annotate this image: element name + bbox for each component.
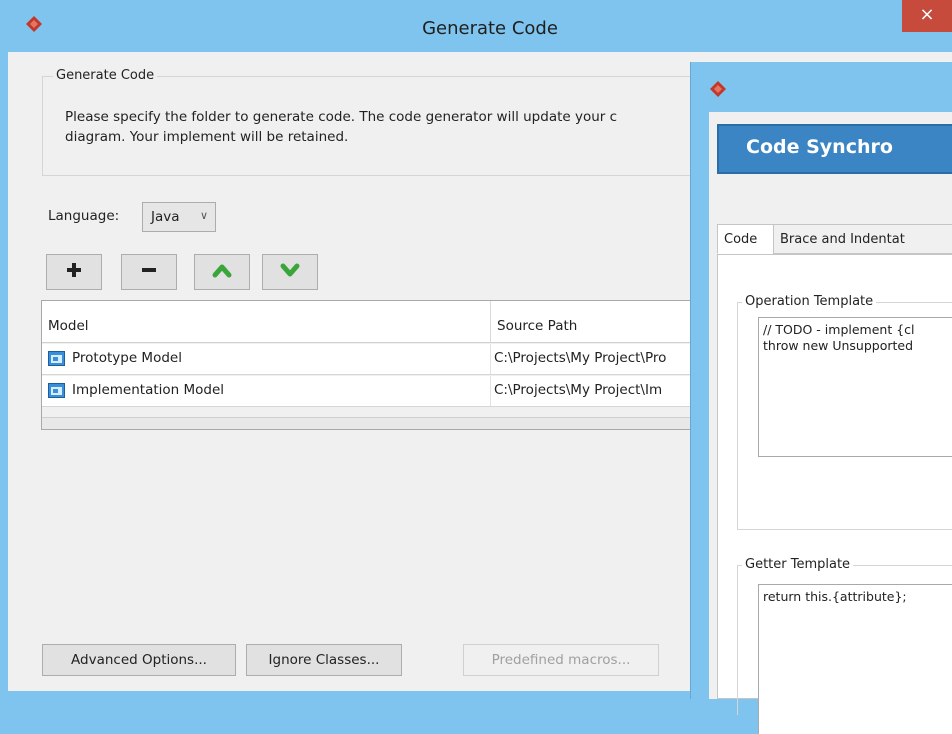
chevron-down-icon: ∨	[199, 209, 208, 222]
group-legend: Operation Template	[742, 294, 877, 309]
tab-brace-and-indentation[interactable]: Brace and Indentat	[773, 224, 952, 254]
operation-template-group: Operation Template // TODO - implement {…	[737, 294, 952, 530]
tab-panel: Operation Template // TODO - implement {…	[717, 254, 952, 734]
tab-bar: Code Brace and Indentat	[717, 224, 952, 254]
model-table: Model Source Path Prototype Model C:\Pro…	[41, 300, 731, 430]
app-logo-icon	[709, 80, 727, 98]
model-name: Prototype Model	[72, 350, 182, 366]
table-row[interactable]: Prototype Model C:\Projects\My Project\P…	[42, 344, 730, 375]
model-cell: Prototype Model	[42, 344, 491, 374]
description-text: Please specify the folder to generate co…	[65, 107, 705, 147]
ignore-classes-button[interactable]: Ignore Classes...	[246, 644, 402, 676]
generate-code-group: Generate Code Please specify the folder …	[42, 68, 732, 176]
column-header-model[interactable]: Model	[42, 301, 491, 343]
getter-template-textarea[interactable]: return this.{attribute};	[758, 584, 952, 734]
move-down-button[interactable]	[262, 254, 318, 290]
header-banner: Code Synchro	[717, 124, 952, 174]
model-cell: Implementation Model	[42, 376, 491, 406]
minus-icon	[140, 261, 158, 283]
model-icon	[48, 351, 65, 366]
code-sync-window: Code Synchro Code Brace and Indentat Ope…	[690, 62, 952, 734]
arrow-down-icon	[280, 262, 300, 282]
language-select[interactable]: Java ∨	[142, 202, 216, 232]
description-line-2: diagram. Your implement will be retained…	[65, 129, 349, 145]
sync-dialog-body: Code Synchro Code Brace and Indentat Ope…	[709, 112, 952, 734]
predefined-macros-button[interactable]: Predefined macros...	[463, 644, 659, 676]
group-legend: Generate Code	[53, 68, 158, 83]
group-legend: Getter Template	[742, 557, 854, 572]
plus-icon	[65, 261, 83, 283]
remove-button[interactable]	[121, 254, 177, 290]
description-line-1: Please specify the folder to generate co…	[65, 109, 618, 125]
title-bar[interactable]: Generate Code ×	[0, 0, 952, 52]
language-value: Java	[151, 209, 180, 225]
window-title: Generate Code	[422, 18, 558, 39]
move-up-button[interactable]	[194, 254, 250, 290]
model-name: Implementation Model	[72, 382, 225, 398]
close-button[interactable]: ×	[902, 0, 952, 32]
language-label: Language:	[48, 208, 120, 224]
operation-template-textarea[interactable]: // TODO - implement {cl throw new Unsupp…	[758, 317, 952, 457]
getter-template-group: Getter Template return this.{attribute};	[737, 557, 952, 734]
table-row[interactable]: Implementation Model C:\Projects\My Proj…	[42, 376, 730, 407]
horizontal-scrollbar[interactable]	[42, 417, 730, 429]
model-icon	[48, 383, 65, 398]
banner-title: Code Synchro	[746, 136, 893, 158]
arrow-up-icon	[212, 262, 232, 282]
add-button[interactable]	[46, 254, 102, 290]
tab-code[interactable]: Code	[717, 224, 774, 254]
advanced-options-button[interactable]: Advanced Options...	[42, 644, 236, 676]
